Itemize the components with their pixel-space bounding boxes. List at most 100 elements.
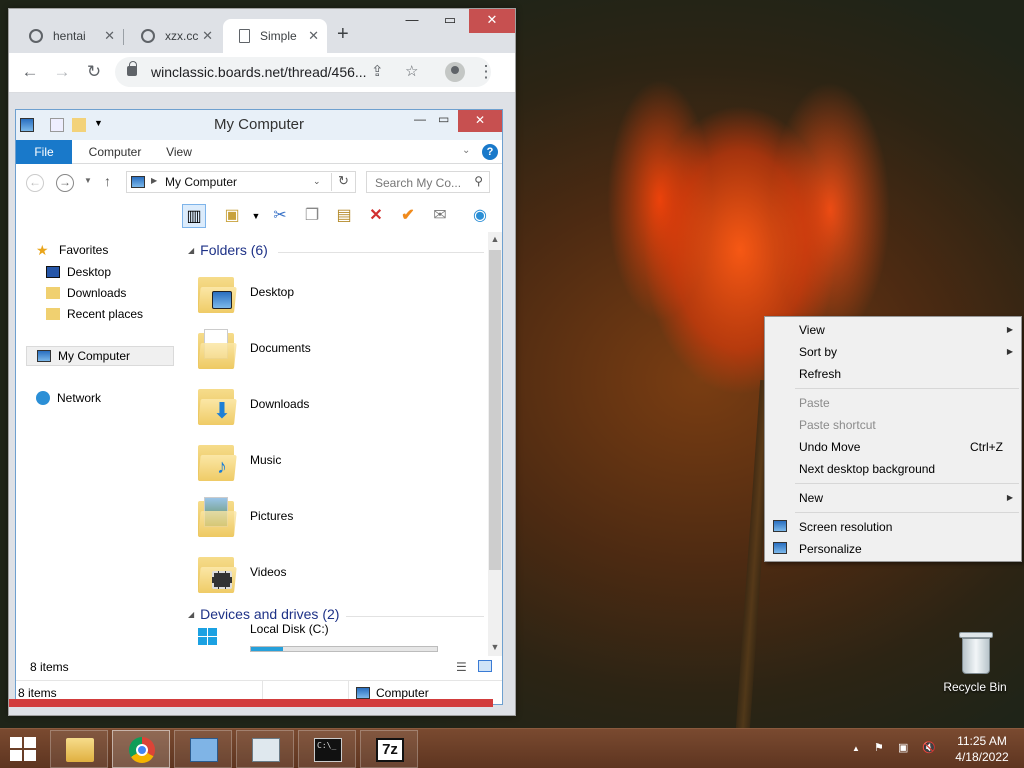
menu-item-personalize[interactable]: Personalize — [765, 538, 1021, 560]
taskbar-7zip[interactable]: 7z — [360, 730, 418, 768]
folder-item-documents[interactable]: Documents — [198, 322, 311, 374]
forward-button[interactable]: → — [56, 174, 74, 192]
folder-item-downloads[interactable]: ⬇ Downloads — [198, 378, 309, 430]
taskbar-task-manager[interactable] — [236, 730, 294, 768]
folder-item-videos[interactable]: Videos — [198, 546, 286, 598]
tab-computer[interactable]: Computer — [80, 140, 150, 164]
taskbar-file-explorer[interactable] — [50, 730, 108, 768]
nav-my-computer[interactable]: My Computer — [26, 346, 174, 366]
menu-item-sort-by[interactable]: Sort by ▶ — [765, 341, 1021, 363]
reload-icon[interactable]: ↻ — [83, 62, 105, 82]
globe-icon — [141, 29, 155, 43]
tab-close-icon[interactable]: ✕ — [202, 28, 213, 44]
scroll-up-arrow-icon[interactable]: ▲ — [488, 234, 502, 244]
recent-locations-chevron-icon[interactable]: ▼ — [84, 176, 92, 185]
tab-view[interactable]: View — [156, 140, 202, 164]
tab-file[interactable]: File — [16, 140, 72, 164]
copy-icon[interactable]: ❐ — [300, 204, 324, 228]
item-count: 8 items — [30, 660, 69, 674]
address-bar[interactable]: ▶ My Computer ⌄ ↻ — [126, 171, 356, 193]
tab-close-icon[interactable]: ✕ — [104, 28, 115, 44]
show-hidden-icons-chevron-icon[interactable]: ▲ — [852, 744, 860, 753]
delete-icon[interactable]: ✕ — [364, 204, 388, 228]
search-input[interactable]: Search My Co... ⚲ — [366, 171, 490, 193]
nav-network[interactable]: Network — [36, 388, 101, 408]
collapse-triangle-icon[interactable]: ◢ — [188, 610, 194, 619]
nav-recent-places[interactable]: Recent places — [46, 304, 143, 324]
refresh-icon[interactable]: ↻ — [331, 173, 355, 191]
menu-item-paste-shortcut[interactable]: Paste shortcut — [765, 414, 1021, 436]
system-clock[interactable]: 11:25 AM 4/18/2022 — [948, 733, 1016, 765]
menu-item-view[interactable]: View ▶ — [765, 319, 1021, 341]
taskbar-chrome[interactable] — [112, 730, 170, 768]
chevron-down-icon[interactable]: ▼ — [244, 204, 268, 228]
breadcrumb-chevron-icon[interactable]: ▶ — [151, 176, 157, 185]
scrollbar-thumb[interactable] — [489, 250, 501, 570]
large-icons-view-icon[interactable] — [478, 660, 492, 672]
recent-places-icon — [46, 308, 60, 320]
browser-tab-2[interactable]: xzx.cc ✕ — [125, 19, 221, 53]
collapse-triangle-icon[interactable]: ◢ — [188, 246, 194, 255]
action-center-flag-icon[interactable]: ⚑ — [874, 741, 884, 754]
maximize-button[interactable]: ▭ — [431, 9, 469, 33]
rename-check-icon[interactable]: ✔ — [396, 204, 420, 228]
omnibox[interactable]: winclassic.boards.net/thread/456... ⇪ ☆ — [115, 57, 491, 87]
url-text: winclassic.boards.net/thread/456... — [151, 64, 367, 80]
start-button[interactable] — [10, 737, 38, 761]
group-header-folders[interactable]: ◢ Folders (6) — [188, 242, 484, 258]
up-arrow-icon[interactable]: ↑ — [104, 173, 111, 189]
menu-item-screen-resolution[interactable]: Screen resolution — [765, 516, 1021, 538]
taskbar-control-panel[interactable] — [174, 730, 232, 768]
folder-item-music[interactable]: ♪ Music — [198, 434, 281, 486]
browser-tab-3[interactable]: Simple ✕ — [223, 19, 327, 53]
folder-item-pictures[interactable]: Pictures — [198, 490, 293, 542]
back-button[interactable]: ← — [26, 174, 44, 192]
content-scrollbar[interactable]: ▲ ▼ — [488, 232, 502, 656]
menu-kebab-icon[interactable]: ⋮ — [475, 62, 497, 82]
back-arrow-icon[interactable]: ← — [19, 62, 41, 82]
maximize-button[interactable]: ▭ — [438, 112, 449, 126]
group-divider — [346, 616, 484, 617]
nav-favorites[interactable]: ★ Favorites — [36, 240, 108, 260]
recycle-bin[interactable]: Recycle Bin — [938, 630, 1012, 694]
nav-desktop[interactable]: Desktop — [46, 262, 111, 282]
scroll-down-arrow-icon[interactable]: ▼ — [488, 642, 502, 652]
properties-folder-icon[interactable]: ▣ — [220, 204, 244, 228]
clock-time: 11:25 AM — [957, 734, 1007, 748]
menu-item-undo-move[interactable]: Undo Move Ctrl+Z — [765, 436, 1021, 458]
close-button[interactable]: ✕ — [469, 9, 515, 33]
menu-separator — [795, 512, 1019, 513]
menu-item-paste[interactable]: Paste — [765, 392, 1021, 414]
help-icon[interactable]: ? — [482, 144, 498, 160]
menu-item-refresh[interactable]: Refresh — [765, 363, 1021, 385]
cut-icon[interactable]: ✂ — [268, 204, 292, 228]
address-dropdown-icon[interactable]: ⌄ — [313, 176, 321, 187]
search-icon[interactable]: ⚲ — [474, 174, 483, 188]
globe-icon[interactable]: ◉ — [468, 204, 492, 228]
taskbar-command-prompt[interactable]: C:\_ — [298, 730, 356, 768]
details-view-icon[interactable]: ☰ — [456, 660, 467, 674]
new-tab-button[interactable]: + — [337, 23, 349, 46]
network-tray-icon[interactable]: ▣ — [898, 741, 908, 754]
paste-icon[interactable]: ▤ — [332, 204, 356, 228]
nav-downloads[interactable]: Downloads — [46, 283, 126, 303]
browser-tab-1[interactable]: hentai ✕ — [13, 19, 123, 53]
volume-muted-icon[interactable]: 🔇 — [922, 741, 936, 754]
group-header-drives[interactable]: ◢ Devices and drives (2) — [188, 606, 484, 622]
tab-close-icon[interactable]: ✕ — [308, 28, 319, 44]
minimize-button[interactable]: — — [393, 9, 431, 33]
layout-pane-icon[interactable]: ▥ — [182, 204, 206, 228]
forward-arrow-icon[interactable]: → — [51, 62, 73, 82]
share-icon[interactable]: ⇪ — [371, 62, 384, 80]
menu-item-next-background[interactable]: Next desktop background — [765, 458, 1021, 480]
bookmark-star-icon[interactable]: ☆ — [405, 62, 418, 80]
email-icon[interactable]: ✉ — [428, 204, 452, 228]
close-button[interactable]: ✕ — [458, 110, 502, 132]
drive-item-c[interactable]: Local Disk (C:) — [198, 622, 438, 652]
ribbon-expand-chevron-icon[interactable]: ⌄ — [462, 145, 470, 156]
clock-date: 4/18/2022 — [955, 750, 1009, 764]
menu-item-new[interactable]: New ▶ — [765, 487, 1021, 509]
folder-item-desktop[interactable]: Desktop — [198, 266, 294, 318]
minimize-button[interactable]: — — [414, 112, 426, 126]
profile-avatar[interactable] — [445, 62, 465, 82]
